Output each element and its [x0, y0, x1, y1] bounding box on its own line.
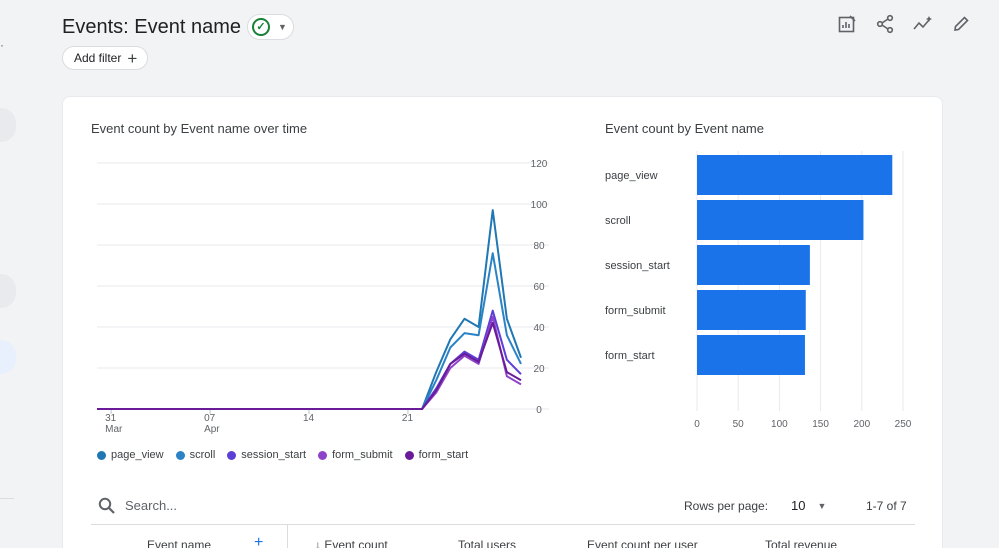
toolbar	[835, 12, 973, 36]
legend-dot-icon	[404, 450, 414, 460]
add-filter-button[interactable]: Add filter +	[62, 46, 149, 70]
x-tick-label: 50	[733, 419, 745, 430]
column-divider	[287, 525, 288, 548]
line-chart[interactable]: 0 20 40 60 80 100 120	[91, 155, 561, 415]
legend-dot-icon	[175, 450, 185, 460]
bar-chart-title: Event count by Event name	[605, 121, 764, 136]
legend-item[interactable]: session_start	[227, 449, 306, 461]
column-header-total-users[interactable]: Total users	[458, 538, 516, 548]
legend-label: page_view	[111, 449, 164, 461]
legend-dot-icon	[97, 450, 106, 460]
x-tick-label: 21	[402, 413, 413, 424]
y-tick-label: 100	[531, 200, 548, 211]
plus-icon: +	[127, 48, 138, 68]
x-tick-label: 31 Mar	[105, 413, 122, 435]
y-tick-label: 20	[533, 364, 545, 375]
category-label: form_submit	[605, 305, 666, 317]
x-tick-day: 07	[204, 413, 216, 424]
category-label: scroll	[605, 215, 631, 227]
chevron-down-icon: ▼	[817, 500, 827, 511]
category-label: session_start	[605, 260, 670, 272]
y-tick-label: 40	[533, 323, 545, 334]
table-header-row: Event name + ↓ Event count Total users E…	[91, 525, 915, 548]
rail-marker: ·	[0, 38, 4, 52]
pencil-icon[interactable]	[949, 12, 973, 36]
edit-report-icon[interactable]	[835, 12, 859, 36]
x-tick-day: 14	[303, 413, 315, 424]
rows-per-page-label: Rows per page:	[684, 498, 769, 513]
search-icon	[97, 496, 117, 516]
column-header-event-name[interactable]: Event name	[147, 538, 211, 548]
bar-form_submit[interactable]	[697, 290, 806, 330]
bar-session_start[interactable]	[697, 245, 810, 285]
series-line-scroll[interactable]	[97, 252, 522, 410]
legend-item[interactable]: scroll	[175, 449, 216, 461]
x-tick-label: 07 Apr	[204, 413, 220, 435]
x-tick-month: Mar	[105, 424, 123, 435]
search-input[interactable]	[125, 498, 325, 513]
x-tick-label: 14	[303, 413, 314, 424]
share-icon[interactable]	[873, 12, 897, 36]
y-tick-label: 120	[531, 159, 548, 170]
rows-per-page-value: 10	[791, 498, 806, 513]
x-tick-label: 200	[853, 419, 870, 430]
legend-item[interactable]: form_start	[404, 449, 469, 461]
add-dimension-icon[interactable]: +	[254, 534, 263, 548]
page-title-row: Events: Event name ✓ ▼	[62, 14, 294, 40]
legend-item[interactable]: form_submit	[318, 449, 393, 461]
bar-page_view[interactable]	[697, 155, 893, 195]
x-tick-label: 250	[895, 419, 912, 430]
chevron-down-icon: ▼	[277, 22, 287, 32]
y-tick-label: 60	[533, 282, 545, 293]
x-tick-label: 0	[694, 419, 700, 430]
x-tick-month: Apr	[204, 424, 220, 435]
legend-label: form_start	[418, 449, 469, 461]
x-tick-day: 21	[401, 413, 414, 424]
left-nav-rail: ·	[0, 0, 30, 548]
legend-label: session_start	[241, 449, 307, 461]
legend-label: form_submit	[332, 449, 393, 461]
table-toolbar: Rows per page: 10 ▼ 1-7 of 7	[91, 487, 915, 525]
y-tick-label: 80	[533, 241, 545, 252]
category-label: form_start	[605, 350, 655, 362]
bar-form_start[interactable]	[697, 335, 805, 375]
series-line-form_start[interactable]	[97, 321, 522, 410]
rows-per-page-select[interactable]: 10 ▼	[791, 498, 826, 513]
legend-item[interactable]: page_view	[97, 449, 164, 461]
column-header-event-count[interactable]: ↓ Event count	[315, 538, 388, 548]
x-tick-label: 100	[771, 419, 788, 430]
rail-divider	[0, 498, 14, 499]
add-filter-label: Add filter	[74, 51, 122, 65]
bar-scroll[interactable]	[697, 200, 864, 240]
column-header-event-count-per-user[interactable]: Event count per user	[587, 538, 698, 548]
page-title: Events: Event name	[62, 15, 241, 38]
insights-icon[interactable]	[911, 12, 935, 36]
check-circle-icon: ✓	[251, 18, 270, 36]
rail-nav-item[interactable]	[0, 108, 16, 142]
column-header-total-revenue[interactable]: Total revenue	[765, 538, 837, 548]
x-tick-day: 31	[105, 413, 117, 424]
rail-nav-item-active[interactable]	[0, 340, 16, 374]
legend-label: scroll	[189, 449, 216, 461]
page-range: 1-7 of 7	[866, 498, 907, 513]
report-card: Event count by Event name over time Even…	[62, 96, 943, 548]
category-label: page_view	[605, 170, 658, 182]
legend-dot-icon	[318, 450, 328, 460]
rail-nav-item[interactable]	[0, 274, 16, 308]
series-line-page_view[interactable]	[97, 209, 522, 410]
y-tick-label: 0	[536, 405, 542, 415]
legend-dot-icon	[227, 450, 237, 460]
bar-chart[interactable]: 0 50 100 150 200 250 page_viewscroll session_st…	[603, 145, 933, 445]
chart-legend: page_view scroll session_start form_submit f…	[97, 449, 468, 461]
line-chart-title: Event count by Event name over time	[91, 121, 308, 136]
status-selector[interactable]: ✓ ▼	[246, 14, 294, 40]
x-tick-label: 150	[812, 419, 829, 430]
